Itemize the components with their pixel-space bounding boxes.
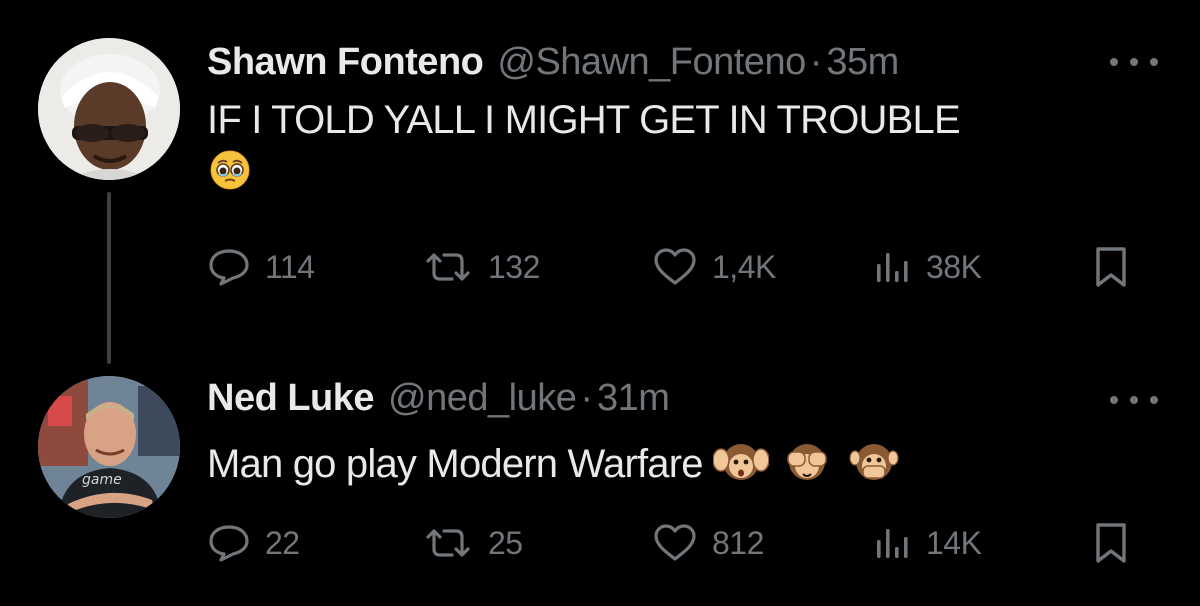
more-icon[interactable] [1110, 50, 1158, 74]
views-icon [877, 253, 908, 282]
heart-icon [654, 524, 696, 561]
user-handle[interactable]: @ned_luke [388, 374, 577, 422]
hear-no-evil-monkey-emoji [712, 436, 770, 497]
reply-button[interactable]: 22 [207, 518, 300, 568]
reply-count: 114 [265, 248, 315, 285]
retweet-icon [426, 529, 470, 557]
action-bar: 114 132 1,4K 38K [207, 242, 1137, 292]
views-count: 14K [926, 524, 982, 561]
like-count: 812 [712, 524, 764, 561]
retweet-count: 132 [488, 248, 540, 285]
tweet[interactable]: game Ned Luke @ned_luke · 31m Man go pla… [0, 370, 1200, 606]
like-button[interactable]: 812 [652, 518, 764, 568]
reply-button[interactable]: 114 [207, 242, 315, 292]
like-button[interactable]: 1,4K [652, 242, 776, 292]
like-count: 1,4K [712, 248, 776, 285]
tweet-text: IF I TOLD YALL I MIGHT GET IN TROUBLE [207, 94, 961, 205]
bookmark-button[interactable] [1091, 242, 1131, 292]
avatar[interactable] [38, 38, 180, 180]
retweet-count: 25 [488, 524, 523, 561]
avatar-shawn-fonteno-image [38, 38, 180, 180]
views-count: 38K [926, 248, 982, 285]
avatar-ned-luke-image: game [38, 376, 180, 518]
tweet-text-content: Man go play Modern Warfare [207, 442, 704, 487]
timestamp[interactable]: 35m [826, 38, 899, 86]
retweet-icon [426, 253, 470, 281]
tweet-text: Man go play Modern Warfare [207, 436, 902, 497]
bookmark-icon [1096, 247, 1126, 287]
action-bar: 22 25 812 14K [207, 518, 1137, 568]
avatar[interactable]: game [38, 376, 180, 518]
display-name[interactable]: Ned Luke [207, 374, 375, 422]
retweet-button[interactable]: 132 [422, 242, 540, 292]
svg-text:game: game [82, 472, 122, 488]
tweet-header: Ned Luke @ned_luke · 31m [207, 374, 670, 422]
separator-dot: · [580, 377, 594, 419]
views-icon [877, 529, 908, 558]
more-icon[interactable] [1110, 388, 1158, 412]
timestamp[interactable]: 31m [597, 374, 670, 422]
speak-no-evil-monkey-emoji [846, 436, 902, 497]
tweet-header: Shawn Fonteno @Shawn_Fonteno · 35m [207, 38, 899, 86]
display-name[interactable]: Shawn Fonteno [207, 38, 484, 86]
face-holding-back-tears-emoji [207, 146, 253, 205]
views-button[interactable]: 14K [872, 518, 982, 568]
bookmark-button[interactable] [1091, 518, 1131, 568]
retweet-button[interactable]: 25 [422, 518, 523, 568]
thread-connector-line [107, 192, 111, 364]
user-handle[interactable]: @Shawn_Fonteno [497, 38, 806, 86]
heart-icon [654, 248, 696, 285]
reply-icon [209, 525, 249, 562]
bookmark-icon [1096, 523, 1126, 563]
see-no-evil-monkey-emoji [779, 436, 835, 497]
reply-icon [209, 249, 249, 286]
tweet-text-content: IF I TOLD YALL I MIGHT GET IN TROUBLE [207, 98, 961, 142]
reply-count: 22 [265, 524, 300, 561]
tweet[interactable]: Shawn Fonteno @Shawn_Fonteno · 35m IF I … [0, 0, 1200, 330]
separator-dot: · [809, 41, 823, 83]
views-button[interactable]: 38K [872, 242, 982, 292]
